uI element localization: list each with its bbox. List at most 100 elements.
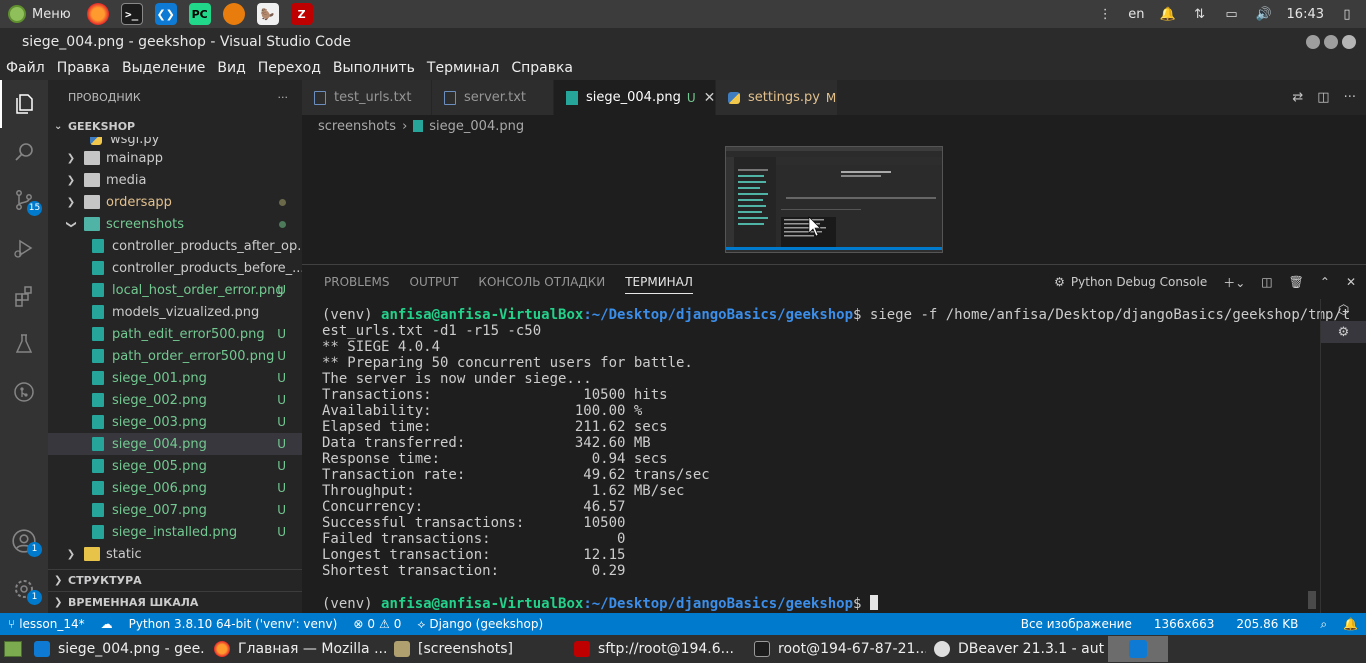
notifications-bell-icon[interactable]: 🔔 [1159,5,1177,23]
tree-folder-static[interactable]: ❯ static [48,543,302,565]
git-branch-status[interactable]: ⑂ lesson_14* [0,613,93,635]
maximize-button[interactable] [1324,35,1338,49]
sync-status[interactable]: ☁ [93,613,121,635]
notifications-icon[interactable]: 🔔 [1335,613,1366,635]
terminal-scrollbar[interactable] [1308,591,1316,609]
testing-activity[interactable] [0,320,48,368]
timeline-section[interactable]: ❯ ВРЕМЕННАЯ ШКАЛА [48,591,302,613]
clock[interactable]: 16:43 [1287,7,1324,22]
tree-folder-mainapp[interactable]: ❯ mainapp [48,147,302,169]
minimize-button[interactable] [1306,35,1320,49]
volume-icon[interactable]: 🔊 [1255,5,1273,23]
project-section-header[interactable]: ⌄ GEEKSHOP [48,115,302,137]
image-preview[interactable] [725,146,943,253]
accounts-activity[interactable]: 1 [0,517,48,565]
tree-file[interactable]: siege_003.png U [48,411,302,433]
close-button[interactable] [1342,35,1356,49]
python-interpreter[interactable]: Python 3.8.10 64-bit ('venv': venv) [121,613,346,635]
tree-item-wsgi[interactable]: wsgi.py [48,137,302,147]
firefox-launcher[interactable] [83,0,113,28]
show-desktop-button[interactable] [0,636,26,662]
task-files[interactable]: [screenshots] [386,636,566,662]
more-actions-icon[interactable]: ··· [278,91,289,104]
more-actions-icon[interactable]: ··· [1344,90,1356,105]
debug-terminal-instance-icon[interactable]: ⚙ [1321,321,1366,343]
tree-file[interactable]: models_vizualized.png [48,301,302,323]
tree-file[interactable]: siege_006.png U [48,477,302,499]
tree-file[interactable]: path_order_error500.png U [48,345,302,367]
tree-file[interactable]: siege_002.png U [48,389,302,411]
breadcrumb-folder[interactable]: screenshots [318,119,396,134]
task-firefox[interactable]: Главная — Mozilla ... [206,636,386,662]
menu-file[interactable]: Файл [6,60,45,76]
task-vscode-pinned[interactable] [1108,636,1168,662]
terminal-output[interactable]: (venv) anfisa@anfisa-VirtualBox:~/Deskto… [322,307,1350,612]
tree-file[interactable]: controller_products_before_... [48,257,302,279]
feedback-icon[interactable]: ⌕ [1312,613,1335,635]
vscode-launcher[interactable]: ❮❯ [151,0,181,28]
tab-problems[interactable]: PROBLEMS [324,275,390,289]
django-status[interactable]: ⟡ Django (geekshop) [409,613,551,635]
tree-file[interactable]: siege_installed.png U [48,521,302,543]
manage-activity[interactable]: 1 [0,565,48,613]
tree-file[interactable]: controller_products_after_op... [48,235,302,257]
menu-run[interactable]: Выполнить [333,60,415,76]
open-changes-icon[interactable]: ⇄ [1292,90,1303,105]
menu-selection[interactable]: Выделение [122,60,205,76]
tab-terminal[interactable]: ТЕРМИНАЛ [625,270,693,294]
tree-folder-media[interactable]: ❯ media [48,169,302,191]
image-zoom-status[interactable]: Все изображение [1013,613,1146,635]
terminal-selector[interactable]: ⚙ Python Debug Console [1054,275,1207,289]
run-debug-activity[interactable] [0,224,48,272]
task-filezilla[interactable]: sftp://root@194.6... [566,636,746,662]
tree-folder-screenshots[interactable]: ❯ screenshots [48,213,302,235]
tree-file[interactable]: path_edit_error500.png U [48,323,302,345]
kill-terminal-icon[interactable]: 🗑 [1289,275,1304,289]
maximize-panel-icon[interactable]: ⌃ [1320,275,1330,289]
screen-icon[interactable]: ▯ [1338,5,1356,23]
battery-icon[interactable]: ▭ [1223,5,1241,23]
new-terminal-icon[interactable]: ＋⌄ [1223,274,1245,291]
search-activity[interactable] [0,128,48,176]
tree-folder-ordersapp[interactable]: ❯ ordersapp [48,191,302,213]
menu-view[interactable]: Вид [217,60,245,76]
task-terminal[interactable]: root@194-67-87-21... [746,636,926,662]
problems-status[interactable]: ⊗ 0 ⚠ 0 [345,613,409,635]
tab-siege-004[interactable]: siege_004.png U ✕ [554,80,716,115]
git-graph-activity[interactable] [0,368,48,416]
terminal-launcher[interactable]: >_ [117,0,147,28]
menu-terminal[interactable]: Терминал [427,60,499,76]
close-panel-icon[interactable]: ✕ [1346,275,1356,289]
tree-file-selected[interactable]: siege_004.png U [48,433,302,455]
tree-file[interactable]: siege_007.png U [48,499,302,521]
keyboard-layout[interactable]: en [1128,7,1144,22]
task-vscode[interactable]: siege_004.png - gee... [26,636,206,662]
split-terminal-icon[interactable]: ◫ [1261,275,1272,289]
tree-file[interactable]: siege_005.png U [48,455,302,477]
outline-section[interactable]: ❯ СТРУКТУРА [48,569,302,591]
network-transfer-icon[interactable]: ⇅ [1191,5,1209,23]
menu-help[interactable]: Справка [511,60,573,76]
terminal-instance-icon[interactable]: ⬡ [1321,299,1366,321]
source-control-activity[interactable]: 15 [0,176,48,224]
menu-go[interactable]: Переход [258,60,321,76]
task-dbeaver[interactable]: DBeaver 21.3.1 - aut... [926,636,1104,662]
tab-settings[interactable]: settings.py M [716,80,838,115]
breadcrumb-file[interactable]: siege_004.png [429,119,524,134]
tab-server[interactable]: server.txt [432,80,554,115]
tree-file[interactable]: local_host_order_error.png U [48,279,302,301]
close-tab-icon[interactable]: ✕ [704,90,716,106]
dbeaver-launcher[interactable]: 🦫 [253,0,283,28]
split-editor-icon[interactable]: ◫ [1317,90,1329,105]
start-menu-button[interactable]: Меню [0,0,79,28]
extensions-activity[interactable] [0,272,48,320]
pycharm-launcher[interactable]: PC [185,0,215,28]
explorer-activity[interactable] [0,80,48,128]
blender-launcher[interactable] [219,0,249,28]
tab-output[interactable]: OUTPUT [410,275,459,289]
tab-test-urls[interactable]: test_urls.txt [302,80,432,115]
menu-edit[interactable]: Правка [57,60,110,76]
tree-file[interactable]: siege_001.png U [48,367,302,389]
tab-debug-console[interactable]: КОНСОЛЬ ОТЛАДКИ [478,275,605,289]
filezilla-launcher[interactable]: Z [287,0,317,28]
